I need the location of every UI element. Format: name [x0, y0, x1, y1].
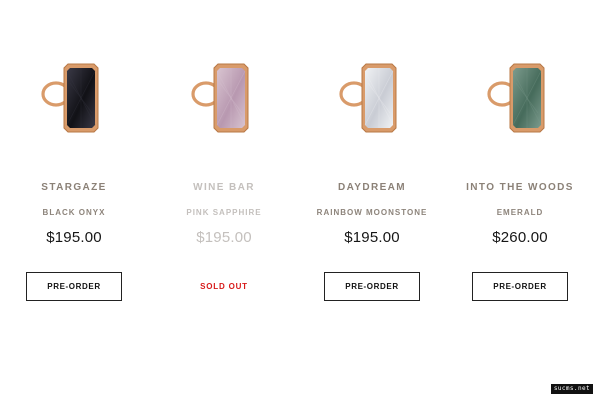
product-stone: EMERALD: [496, 208, 544, 217]
ring-illustration: [339, 63, 397, 133]
product-stone: RAINBOW MOONSTONE: [316, 208, 428, 217]
pre-order-button[interactable]: PRE-ORDER: [26, 272, 122, 301]
watermark-badge: sucms.net: [550, 384, 593, 394]
ring-image-pink-sapphire[interactable]: [174, 58, 274, 140]
ring-image-emerald[interactable]: [470, 58, 570, 140]
product-stone: BLACK ONYX: [42, 208, 106, 217]
product-stone: PINK SAPPHIRE: [186, 208, 262, 217]
pre-order-button[interactable]: PRE-ORDER: [324, 272, 420, 301]
product-name[interactable]: STARGAZE: [0, 182, 148, 194]
ring-image-rainbow-moonstone[interactable]: [322, 58, 422, 140]
ring-illustration: [41, 63, 99, 133]
product-name[interactable]: INTO THE WOODS: [446, 182, 594, 194]
product-price: $195.00: [344, 229, 400, 246]
product-grid-page: STARGAZE BLACK ONYX $195.00 PRE-ORDER WI…: [0, 0, 600, 400]
product-price: $195.00: [196, 229, 252, 246]
product-price: $260.00: [492, 229, 548, 246]
product-price: $195.00: [46, 229, 102, 246]
product-name[interactable]: DAYDREAM: [298, 182, 446, 194]
ring-image-black-onyx[interactable]: [24, 58, 124, 140]
sold-out-label: SOLD OUT: [200, 282, 248, 291]
product-name[interactable]: WINE BAR: [150, 182, 298, 194]
ring-illustration: [487, 63, 545, 133]
ring-illustration: [191, 63, 249, 133]
pre-order-button[interactable]: PRE-ORDER: [472, 272, 568, 301]
